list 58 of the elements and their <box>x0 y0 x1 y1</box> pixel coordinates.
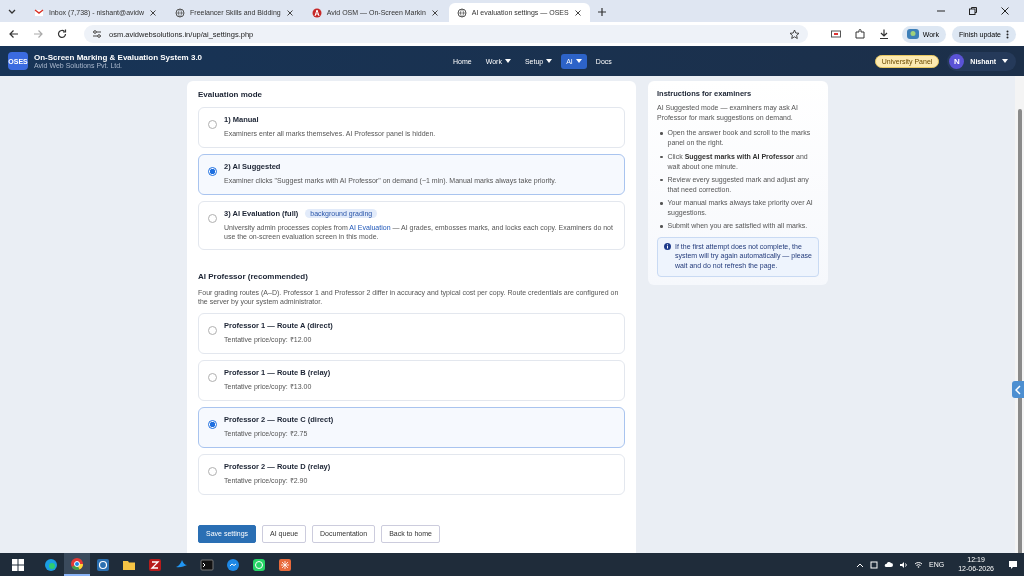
section-title: AI Professor (recommended) <box>198 271 309 281</box>
radio-button[interactable] <box>208 325 217 335</box>
more-icon[interactable] <box>1006 29 1009 39</box>
radio-button[interactable] <box>208 214 217 223</box>
bullet-icon <box>660 178 663 182</box>
bullet-icon <box>660 155 663 159</box>
close-icon[interactable] <box>149 8 158 17</box>
radio-button[interactable] <box>208 466 217 476</box>
globe-icon <box>456 7 467 18</box>
app-icon[interactable] <box>96 557 110 572</box>
user-avatar: N <box>949 53 965 69</box>
wifi-icon[interactable] <box>914 561 923 568</box>
edge-icon[interactable] <box>44 557 58 572</box>
star-icon[interactable] <box>788 28 800 40</box>
close-icon[interactable] <box>430 8 439 17</box>
whatsapp-icon[interactable] <box>252 557 266 572</box>
spark-icon[interactable] <box>278 557 292 572</box>
back-icon[interactable] <box>8 28 20 40</box>
close-icon[interactable] <box>285 8 294 17</box>
mail-icon <box>34 7 44 18</box>
chrome-icon[interactable] <box>70 556 84 571</box>
scrollbar[interactable] <box>1015 76 1024 553</box>
globe-icon <box>175 7 186 18</box>
new-tab-icon[interactable] <box>596 7 607 17</box>
radio-button[interactable] <box>208 419 217 429</box>
speaker-icon[interactable] <box>899 560 908 569</box>
close-icon[interactable] <box>573 8 582 17</box>
scrollbar-thumb[interactable] <box>1017 109 1022 553</box>
cast-icon[interactable] <box>829 28 842 40</box>
chevron-left-icon <box>1015 384 1021 395</box>
info-icon <box>664 242 671 250</box>
section-title: Evaluation mode <box>198 90 263 99</box>
bullet-icon <box>660 132 663 135</box>
download-icon[interactable] <box>877 28 890 40</box>
profile-icon <box>906 29 919 39</box>
side-tab[interactable] <box>1012 381 1024 398</box>
site-info-icon[interactable] <box>92 29 102 39</box>
terminal-icon[interactable] <box>200 557 214 572</box>
caret-icon <box>1002 59 1008 63</box>
bullet-icon <box>660 202 663 205</box>
mode-option[interactable] <box>198 201 625 250</box>
extensions-icon[interactable] <box>853 28 866 40</box>
reload-icon[interactable] <box>56 28 68 40</box>
radio-button[interactable] <box>208 372 217 382</box>
radio-button[interactable] <box>208 120 217 129</box>
chevron-up-icon[interactable] <box>856 561 864 568</box>
filezilla-icon[interactable] <box>148 557 162 572</box>
device-icon[interactable] <box>870 560 878 569</box>
cloud-icon[interactable] <box>884 561 893 568</box>
close-icon[interactable] <box>1000 6 1010 16</box>
restore-icon[interactable] <box>968 6 978 16</box>
letter-icon <box>311 7 322 18</box>
chat-icon[interactable] <box>226 557 240 572</box>
app-title: On-Screen Marking & Evaluation System 3.0 <box>34 53 203 62</box>
windows-icon[interactable] <box>12 558 24 571</box>
radio-button[interactable] <box>208 167 217 176</box>
bullet-icon <box>660 225 663 228</box>
notification-icon[interactable] <box>1008 559 1018 570</box>
